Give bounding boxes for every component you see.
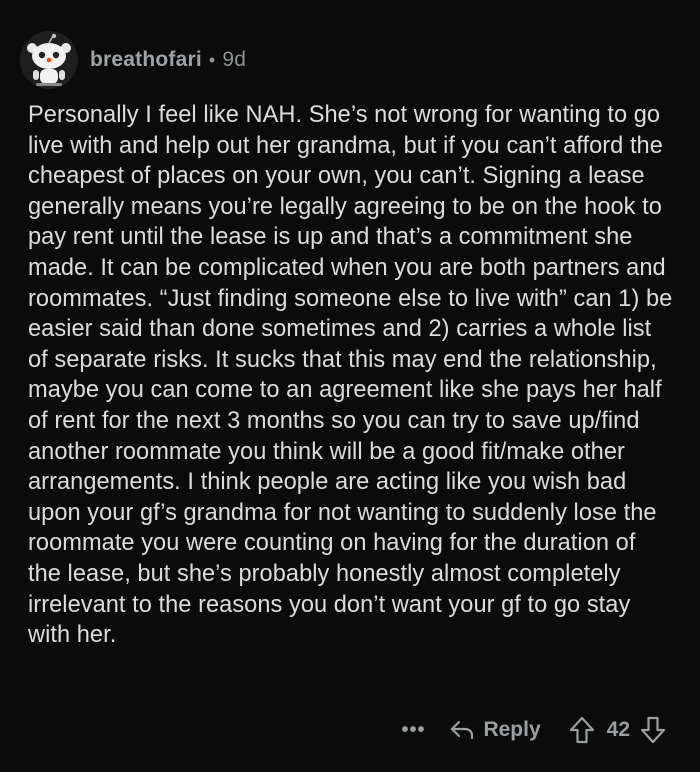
comment-card: breathofari • 9d Personally I feel like … [0,0,700,772]
upvote-arrow-icon [569,716,594,744]
vote-score: 42 [606,718,630,741]
reply-label: Reply [483,718,541,741]
comment-age: 9d [222,48,247,71]
comment-actions: ••• Reply 42 [401,712,666,748]
meta-separator: • [208,49,216,70]
downvote-button[interactable] [640,716,666,744]
comment-body: Personally I feel like NAH. She’s not wr… [28,102,673,649]
reply-button[interactable]: Reply [449,718,541,742]
comment-header: breathofari • 9d [20,28,246,92]
reply-arrow-icon [451,720,474,740]
upvote-button[interactable] [569,716,595,744]
comment-meta: breathofari • 9d [90,48,246,72]
downvote-arrow-icon [640,716,666,744]
more-options-icon[interactable]: ••• [401,719,425,742]
snoo-avatar-icon[interactable] [20,31,78,89]
author-username[interactable]: breathofari [90,48,202,72]
